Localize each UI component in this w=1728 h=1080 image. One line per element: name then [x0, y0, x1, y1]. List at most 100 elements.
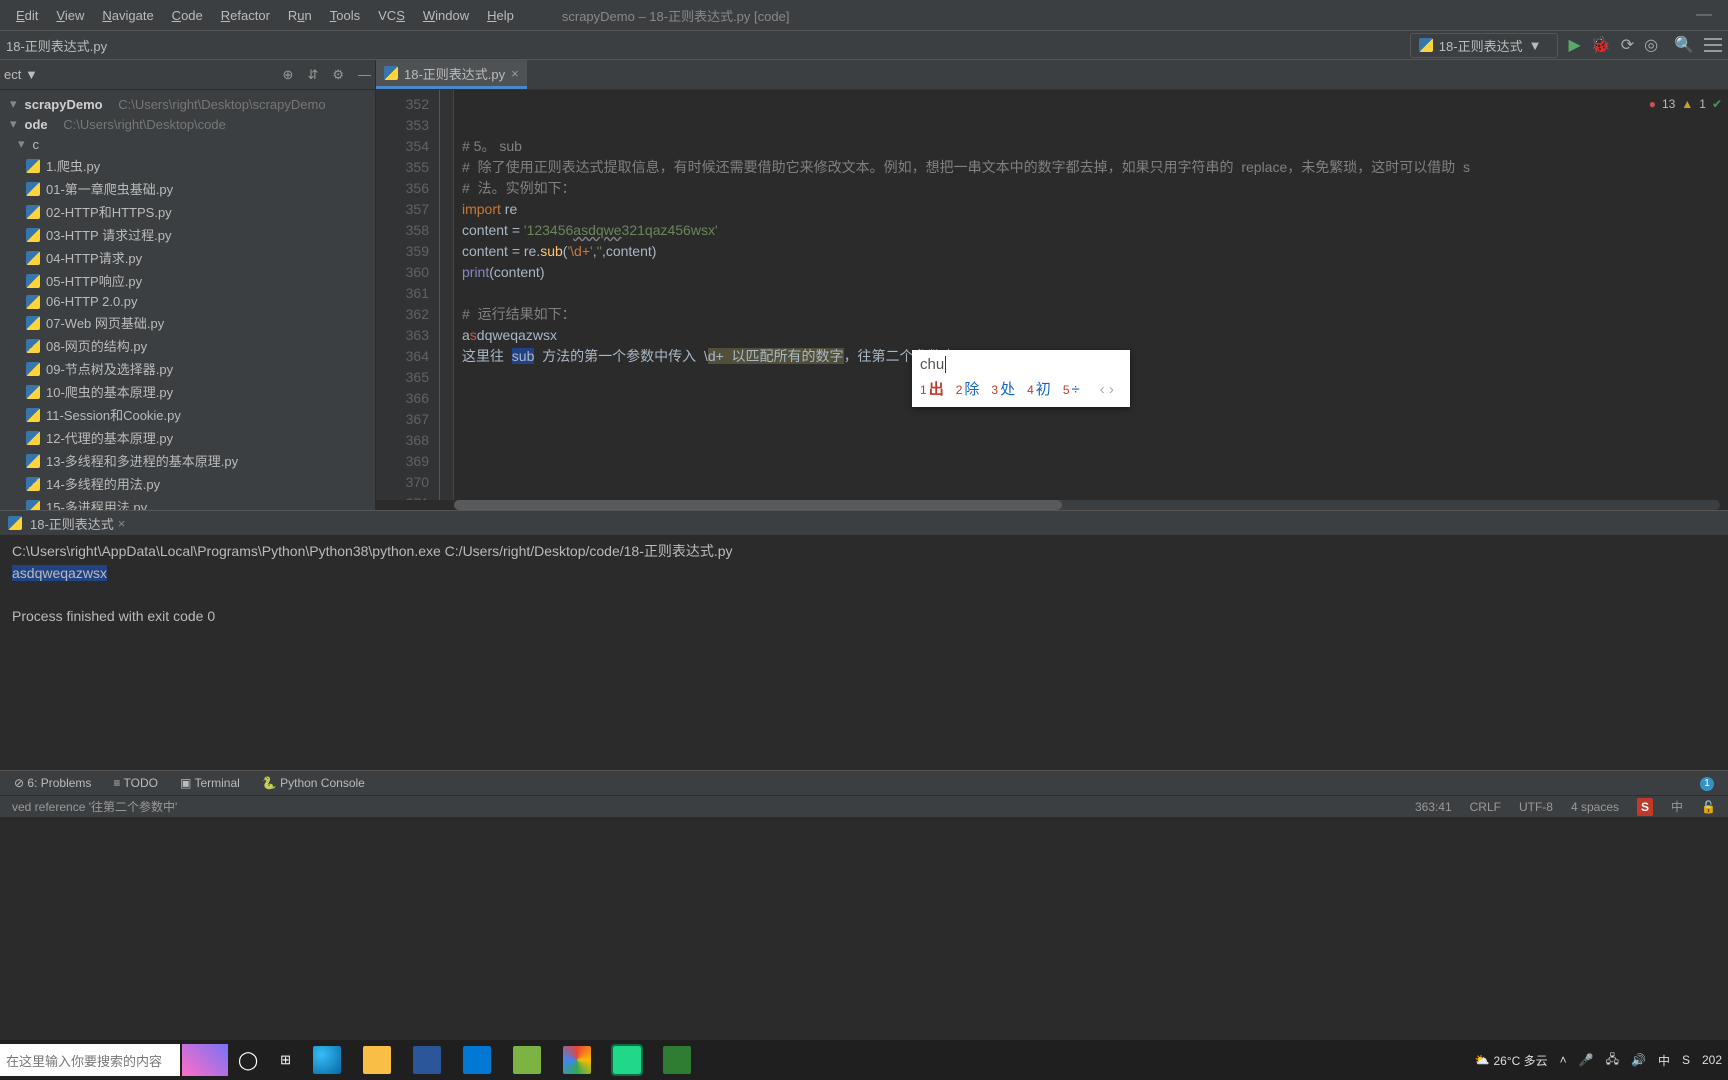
run-console[interactable]: C:\Users\right\AppData\Local\Programs\Py…: [0, 535, 1728, 770]
weather-widget[interactable]: ⛅ 26°C 多云: [1475, 1052, 1548, 1069]
ime-indicator-icon[interactable]: S: [1637, 798, 1653, 816]
menu-refactor[interactable]: Refactor: [213, 5, 278, 26]
tray-sogou-icon[interactable]: S: [1682, 1053, 1690, 1067]
coverage-button[interactable]: ⟳: [1621, 35, 1634, 55]
window-title: scrapyDemo – 18-正则表达式.py [code]: [562, 6, 790, 25]
tree-file[interactable]: 15-多进程用法.py: [0, 495, 375, 510]
ok-indicator-icon[interactable]: ✔: [1712, 94, 1722, 115]
tree-file[interactable]: 09-节点树及选择器.py: [0, 357, 375, 380]
menu-tools[interactable]: Tools: [322, 5, 368, 26]
editor-horizontal-scrollbar[interactable]: [454, 500, 1720, 510]
inspection-indicators[interactable]: ●13 ▲1 ✔: [1649, 94, 1722, 115]
project-view-selector[interactable]: ect ▼: [4, 67, 38, 82]
menu-window[interactable]: Window: [415, 5, 477, 26]
cortana-icon[interactable]: ◯: [238, 1050, 258, 1071]
tray-mic-icon[interactable]: 🎤: [1579, 1053, 1594, 1067]
problems-button[interactable]: ⊘ 6: Problems: [14, 776, 91, 790]
line-separator[interactable]: CRLF: [1470, 800, 1501, 814]
minimize-icon[interactable]: —: [358, 67, 371, 83]
tree-file[interactable]: 11-Session和Cookie.py: [0, 403, 375, 426]
menu-code[interactable]: Code: [164, 5, 211, 26]
breadcrumb[interactable]: 18-正则表达式.py: [6, 36, 107, 55]
indent-setting[interactable]: 4 spaces: [1571, 800, 1619, 814]
tree-file[interactable]: 05-HTTP响应.py: [0, 269, 375, 292]
padlock-icon[interactable]: 🔓: [1701, 800, 1716, 814]
tray-clock[interactable]: 202: [1702, 1053, 1722, 1067]
tree-file[interactable]: 03-HTTP 请求过程.py: [0, 223, 375, 246]
tray-ime-icon[interactable]: 中: [1658, 1052, 1670, 1069]
project-root-code[interactable]: ode C:\Users\right\Desktop\code: [0, 114, 375, 134]
python-console-button[interactable]: 🐍 Python Console: [262, 776, 365, 790]
tree-file[interactable]: 1.爬虫.py: [0, 154, 375, 177]
main-menu[interactable]: Edit View Navigate Code Refactor Run Too…: [8, 5, 522, 26]
warning-indicator-icon[interactable]: ▲: [1681, 94, 1693, 115]
tray-network-icon[interactable]: 🖧: [1606, 1050, 1619, 1071]
store-icon[interactable]: [413, 1046, 441, 1074]
close-icon[interactable]: ×: [118, 516, 126, 531]
mail-icon[interactable]: [463, 1046, 491, 1074]
edge-icon[interactable]: [313, 1046, 341, 1074]
menu-run[interactable]: Run: [280, 5, 320, 26]
tree-file[interactable]: 10-爬虫的基本原理.py: [0, 380, 375, 403]
python-file-icon: [26, 431, 40, 445]
tray-chevron-icon[interactable]: ˄: [1560, 1053, 1567, 1067]
run-config-selector[interactable]: 18-正则表达式 ▼: [1410, 33, 1559, 58]
event-log-badge[interactable]: 1: [1700, 777, 1714, 791]
menu-vcs[interactable]: VCS: [370, 5, 413, 26]
ime-candidate[interactable]: 1出: [920, 379, 944, 401]
file-explorer-icon[interactable]: [363, 1046, 391, 1074]
caret-position[interactable]: 363:41: [1415, 800, 1452, 814]
tray-volume-icon[interactable]: 🔊: [1631, 1053, 1646, 1067]
gear-icon[interactable]: ⚙: [332, 67, 344, 83]
search-everywhere-icon[interactable]: 🔍: [1674, 35, 1694, 55]
ime-language[interactable]: 中: [1671, 798, 1683, 815]
ime-nav-icon[interactable]: ‹ ›: [1100, 379, 1114, 401]
hamburger-icon[interactable]: [1704, 38, 1722, 52]
ime-candidate[interactable]: 2除: [956, 379, 980, 401]
editor-tab-active[interactable]: 18-正则表达式.py ×: [376, 60, 527, 89]
tree-file[interactable]: 01-第一章爬虫基础.py: [0, 177, 375, 200]
menu-view[interactable]: View: [48, 5, 92, 26]
window-minimize-icon[interactable]: —: [1696, 6, 1712, 24]
taskbar-highlight-icon[interactable]: [182, 1044, 228, 1076]
folder-c[interactable]: c: [0, 134, 375, 154]
windows-taskbar[interactable]: 在这里输入你要搜索的内容 ◯ ⊞ ⛅ 26°C 多云 ˄ 🎤 🖧 🔊 中 S 2…: [0, 1040, 1728, 1080]
ime-candidate[interactable]: 4初: [1027, 379, 1051, 401]
taskbar-search-input[interactable]: 在这里输入你要搜索的内容: [0, 1044, 180, 1076]
ime-candidate[interactable]: 5÷: [1063, 379, 1080, 401]
task-view-icon[interactable]: ⊞: [280, 1052, 291, 1068]
tree-file[interactable]: 06-HTTP 2.0.py: [0, 292, 375, 311]
wechat-icon[interactable]: [513, 1046, 541, 1074]
code-content[interactable]: # 5。 sub # 除了使用正则表达式提取信息，有时候还需要借助它来修改文本。…: [454, 90, 1728, 500]
tree-file[interactable]: 08-网页的结构.py: [0, 334, 375, 357]
run-button[interactable]: ▶: [1568, 35, 1580, 55]
error-indicator-icon[interactable]: ●: [1649, 94, 1656, 115]
profile-button[interactable]: ◎: [1644, 35, 1658, 55]
close-icon[interactable]: ×: [511, 66, 519, 81]
tree-file[interactable]: 02-HTTP和HTTPS.py: [0, 200, 375, 223]
chrome-icon[interactable]: [563, 1046, 591, 1074]
app-icon[interactable]: [663, 1046, 691, 1074]
code-editor[interactable]: 3523533543553563573583593603613623633643…: [376, 90, 1728, 500]
file-encoding[interactable]: UTF-8: [1519, 800, 1553, 814]
tree-file[interactable]: 12-代理的基本原理.py: [0, 426, 375, 449]
locate-icon[interactable]: ⊕: [283, 67, 294, 83]
pycharm-icon[interactable]: [613, 1046, 641, 1074]
run-tab[interactable]: 18-正则表达式 ×: [30, 514, 125, 533]
project-root-scrapydemo[interactable]: scrapyDemo C:\Users\right\Desktop\scrapy…: [0, 94, 375, 114]
todo-button[interactable]: ≡ TODO: [113, 776, 158, 790]
collapse-icon[interactable]: ⇵: [307, 67, 318, 83]
tree-file[interactable]: 13-多线程和多进程的基本原理.py: [0, 449, 375, 472]
ime-candidate[interactable]: 3处: [991, 379, 1015, 401]
tree-file[interactable]: 14-多线程的用法.py: [0, 472, 375, 495]
terminal-button[interactable]: ▣ Terminal: [180, 776, 240, 790]
ime-candidate-popup[interactable]: chu 1出2除3处4初5÷‹ ›: [912, 350, 1130, 407]
menu-help[interactable]: Help: [479, 5, 522, 26]
tree-file[interactable]: 04-HTTP请求.py: [0, 246, 375, 269]
debug-button[interactable]: 🐞: [1591, 35, 1611, 55]
menu-navigate[interactable]: Navigate: [94, 5, 161, 26]
tree-file[interactable]: 07-Web 网页基础.py: [0, 311, 375, 334]
project-tree[interactable]: scrapyDemo C:\Users\right\Desktop\scrapy…: [0, 90, 375, 510]
menu-edit[interactable]: Edit: [8, 5, 46, 26]
fold-strip[interactable]: [440, 90, 454, 500]
